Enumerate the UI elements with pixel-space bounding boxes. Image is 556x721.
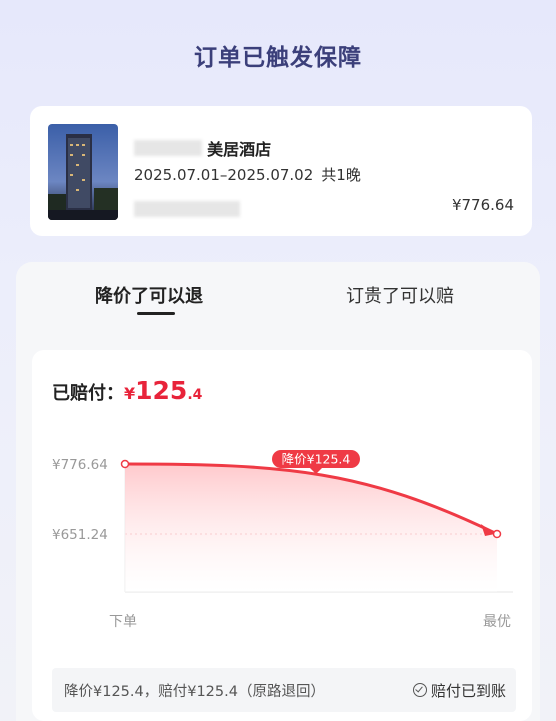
payout-status: 赔付已到账: [412, 680, 506, 701]
order-price: ¥776.64: [451, 196, 514, 214]
tab-overpay-compensate[interactable]: 订贵了可以赔: [346, 282, 454, 308]
tab-price-drop-refund[interactable]: 降价了可以退: [95, 282, 203, 308]
guarantee-panel: 降价了可以退 订贵了可以赔 已赔付：¥125.4 ¥776.64 ¥651.24 下…: [16, 262, 540, 721]
x-tick-label: 下单: [109, 614, 137, 630]
page-title: 订单已触发保障: [194, 45, 362, 71]
x-tick-label: 最优: [483, 614, 511, 630]
y-tick-label: ¥776.64: [52, 457, 108, 473]
tab-bar: 降价了可以退 订贵了可以赔: [16, 262, 540, 350]
paid-label: 已赔付：: [52, 383, 124, 404]
check-circle-icon: [412, 683, 427, 697]
start-point: [120, 459, 130, 469]
compensation-card: 已赔付：¥125.4 ¥776.64 ¥651.24 下单 最优 降价¥125.4 降价…: [32, 350, 532, 721]
y-tick-label: ¥651.24: [52, 527, 108, 543]
stay-dates-row: 2025.07.01–2025.07.02 共1晚: [134, 164, 361, 185]
price-chart: ¥776.64 ¥651.24 下单 最优 降价¥125.4: [52, 450, 513, 630]
result-bar: 降价¥125.4，赔付¥125.4（原路退回） 赔付已到账: [52, 668, 516, 712]
hotel-name: 美居酒店: [207, 140, 272, 159]
nights-count: 共1晚: [321, 166, 361, 184]
redacted-text: [134, 140, 202, 156]
paid-amount-row: 已赔付：¥125.4: [52, 376, 202, 405]
redacted-room-info: [134, 198, 240, 217]
price-area: [125, 464, 497, 592]
drop-badge-label: 降价¥125.4: [282, 452, 351, 467]
paid-amount: ¥125.4: [124, 376, 203, 405]
active-tab-indicator: [137, 312, 175, 315]
hotel-photo: [48, 124, 118, 220]
result-summary: 降价¥125.4，赔付¥125.4（原路退回）: [64, 684, 325, 700]
stay-dates: 2025.07.01–2025.07.02: [134, 166, 314, 184]
hotel-name-row: 美居酒店: [134, 136, 272, 159]
end-point: [492, 529, 502, 539]
hotel-card[interactable]: 美居酒店 2025.07.01–2025.07.02 共1晚 ¥776.64: [30, 106, 532, 236]
